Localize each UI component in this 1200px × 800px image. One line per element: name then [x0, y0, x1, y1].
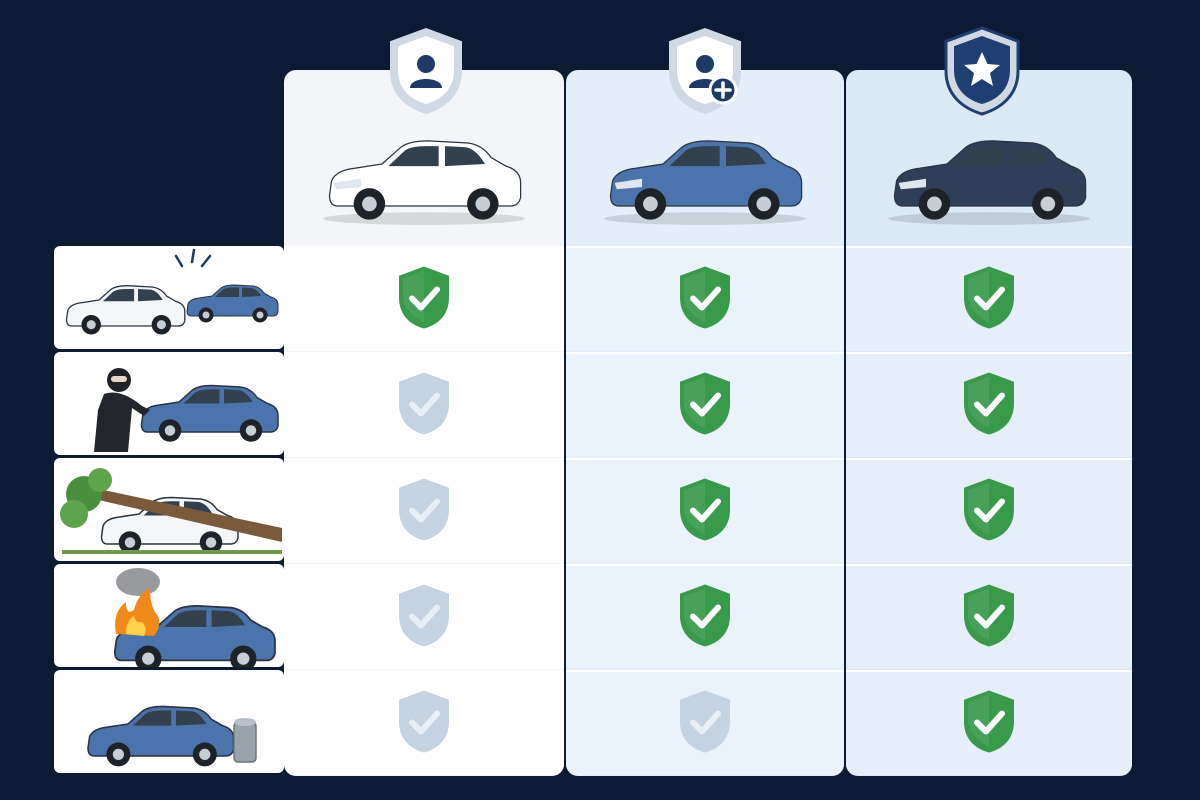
coverage-cell-basic-fire	[284, 564, 564, 669]
risk-row-collision	[54, 246, 284, 349]
coverage-cell-plus-fallen-tree	[566, 458, 844, 563]
coverage-mark	[960, 688, 1018, 759]
coverage-mark	[676, 264, 734, 335]
car-icon	[888, 140, 1090, 225]
coverage-mark	[960, 370, 1018, 441]
risk-row-pole-impact	[54, 670, 284, 773]
coverage-mark	[395, 582, 453, 653]
coverage-cell-premium-theft	[846, 352, 1132, 457]
car-fire-icon	[113, 568, 276, 667]
coverage-cell-premium-pole-impact	[846, 670, 1132, 775]
car-theft-icon	[94, 368, 279, 452]
covered-check-icon	[680, 372, 730, 434]
not-covered-check-icon	[399, 372, 449, 434]
coverage-comparison-table	[0, 0, 1200, 800]
plan-car-plus	[600, 122, 810, 232]
risk-row-fallen-tree	[54, 458, 284, 561]
plan-badge-plus	[665, 26, 745, 121]
covered-check-icon	[964, 690, 1014, 752]
risk-row-fire	[54, 564, 284, 667]
coverage-cell-basic-theft	[284, 352, 564, 457]
coverage-mark	[960, 582, 1018, 653]
coverage-cell-plus-collision	[566, 246, 844, 351]
coverage-mark	[960, 476, 1018, 547]
covered-check-icon	[964, 266, 1014, 328]
plan-badge-premium	[942, 26, 1022, 121]
plan-badge-basic	[386, 26, 466, 121]
covered-check-icon	[964, 478, 1014, 540]
not-covered-check-icon	[680, 690, 730, 752]
plan-column-plus	[566, 70, 844, 776]
fallen-tree-icon	[60, 468, 282, 554]
coverage-cell-basic-collision	[284, 246, 564, 351]
coverage-mark	[676, 476, 734, 547]
not-covered-check-icon	[399, 690, 449, 752]
coverage-cell-basic-fallen-tree	[284, 458, 564, 563]
risk-row-theft	[54, 352, 284, 455]
coverage-cell-plus-pole-impact	[566, 670, 844, 775]
car-icon	[604, 140, 806, 225]
user-shield-icon	[390, 28, 462, 114]
user-plus-shield-icon	[669, 28, 741, 114]
coverage-mark	[395, 370, 453, 441]
coverage-cell-premium-fallen-tree	[846, 458, 1132, 563]
covered-check-icon	[680, 584, 730, 646]
coverage-cell-plus-theft	[566, 352, 844, 457]
covered-check-icon	[399, 266, 449, 328]
coverage-mark	[395, 264, 453, 335]
pole-impact-icon	[87, 705, 257, 767]
plan-car-premium	[884, 122, 1094, 232]
star-shield-icon	[944, 26, 1020, 116]
plan-car-basic	[319, 122, 529, 232]
coverage-mark	[676, 582, 734, 653]
covered-check-icon	[680, 478, 730, 540]
coverage-cell-premium-collision	[846, 246, 1132, 351]
covered-check-icon	[964, 372, 1014, 434]
coverage-mark	[676, 370, 734, 441]
not-covered-check-icon	[399, 478, 449, 540]
coverage-cell-premium-fire	[846, 564, 1132, 669]
car-icon	[323, 140, 525, 225]
covered-check-icon	[680, 266, 730, 328]
coverage-mark	[676, 688, 734, 759]
coverage-cell-plus-fire	[566, 564, 844, 669]
not-covered-check-icon	[399, 584, 449, 646]
covered-check-icon	[964, 584, 1014, 646]
coverage-cell-basic-pole-impact	[284, 670, 564, 775]
coverage-mark	[395, 688, 453, 759]
risk-column	[54, 246, 284, 776]
plan-column-basic	[284, 70, 564, 776]
car-collision-icon	[65, 248, 279, 335]
coverage-mark	[960, 264, 1018, 335]
plan-column-premium	[846, 70, 1132, 776]
coverage-mark	[395, 476, 453, 547]
